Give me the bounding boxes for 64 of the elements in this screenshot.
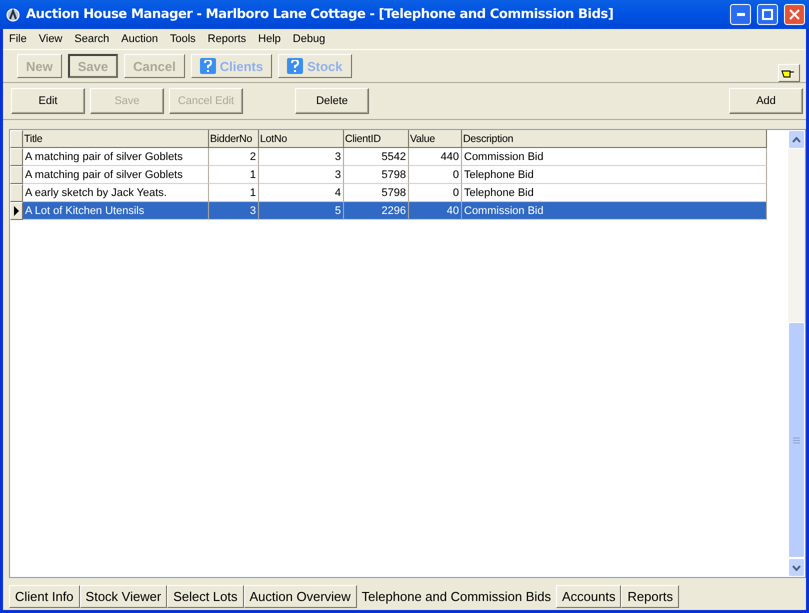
pointer-icon[interactable]: [778, 64, 800, 82]
table-cell: 3: [259, 148, 344, 166]
minimize-icon: [736, 13, 744, 16]
table-cell: 2: [209, 148, 259, 166]
tab[interactable]: Reports: [621, 585, 680, 608]
table-cell: Telephone Bid: [462, 166, 767, 184]
table-cell: 1: [209, 166, 259, 184]
table-cell: 2296: [344, 202, 409, 220]
menu-item[interactable]: Debug: [286, 33, 332, 45]
table-cell: A early sketch by Jack Yeats.: [23, 184, 209, 202]
table-cell: 1: [209, 184, 259, 202]
menu-item[interactable]: Search: [68, 33, 116, 45]
minimize-button[interactable]: [730, 4, 751, 25]
maximize-icon: [762, 9, 773, 20]
column-header[interactable]: Description: [462, 130, 767, 148]
tab[interactable]: Stock Viewer: [80, 585, 168, 608]
row-header[interactable]: [10, 202, 23, 220]
table-cell: Telephone Bid: [462, 184, 767, 202]
table-cell: A matching pair of silver Goblets: [23, 166, 209, 184]
window-title: Auction House Manager - Marlboro Lane Cottage - [Telephone and Commission Bids]: [26, 7, 614, 22]
action-button[interactable]: Edit: [11, 88, 85, 114]
tab[interactable]: Auction Overview: [244, 585, 357, 608]
table-cell: A matching pair of silver Goblets: [23, 148, 209, 166]
scroll-up-icon[interactable]: [788, 130, 805, 149]
table-cell: A Lot of Kitchen Utensils: [23, 202, 209, 220]
menu-item[interactable]: View: [32, 33, 68, 45]
table-cell: 0: [409, 184, 462, 202]
table-cell: 5: [259, 202, 344, 220]
tab[interactable]: Select Lots: [167, 585, 244, 608]
action-button[interactable]: Delete: [295, 88, 369, 114]
column-header[interactable]: ClientID: [344, 130, 409, 148]
tab[interactable]: Client Info: [9, 585, 80, 608]
table-cell: 40: [409, 202, 462, 220]
help-icon: [287, 58, 304, 74]
table-cell: 3: [259, 166, 344, 184]
table-cell: 3: [209, 202, 259, 220]
column-header[interactable]: Title: [23, 130, 209, 148]
app-icon: [6, 8, 20, 22]
tab[interactable]: Accounts: [556, 585, 622, 608]
table-cell: 5798: [344, 166, 409, 184]
menu-item[interactable]: Help: [252, 33, 287, 45]
close-button[interactable]: [784, 4, 805, 25]
table-cell: Commission Bid: [462, 148, 767, 166]
table-cell: 5542: [344, 148, 409, 166]
column-header[interactable]: BidderNo: [209, 130, 259, 148]
table-cell: 0: [409, 166, 462, 184]
menu-item[interactable]: Auction: [115, 33, 164, 45]
scroll-thumb[interactable]: [788, 322, 805, 558]
column-header[interactable]: LotNo: [259, 130, 344, 148]
table-cell: Commission Bid: [462, 202, 767, 220]
scrollbar[interactable]: [788, 130, 805, 577]
column-header[interactable]: Value: [409, 130, 462, 148]
table-cell: 4: [259, 184, 344, 202]
table-cell: 5798: [344, 184, 409, 202]
help-icon: [200, 58, 216, 74]
menu-item[interactable]: File: [3, 33, 33, 45]
action-button[interactable]: Add: [729, 88, 803, 114]
maximize-button[interactable]: [757, 4, 778, 25]
scroll-down-icon[interactable]: [788, 558, 805, 577]
current-row-icon: [14, 206, 19, 216]
table-cell: 440: [409, 148, 462, 166]
menu-item[interactable]: Tools: [164, 33, 202, 45]
close-icon: [789, 9, 800, 20]
menu-item[interactable]: Reports: [202, 33, 252, 45]
